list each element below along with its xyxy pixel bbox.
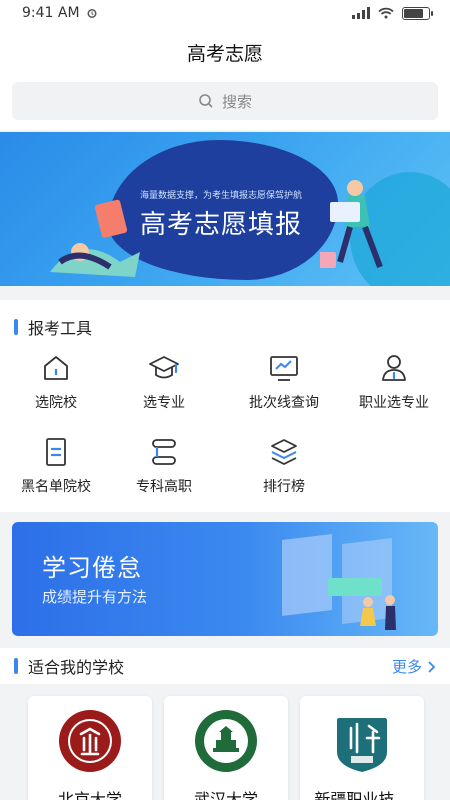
school-card[interactable]: 武汉大学 <box>164 696 288 800</box>
school-card[interactable]: 北京大学 <box>28 696 152 800</box>
tool-career-major[interactable]: 职业选专业 <box>338 352 450 428</box>
tool-label: 专科高职 <box>136 479 192 495</box>
xinjiang-vocational-logo <box>337 718 387 772</box>
wifi-icon <box>378 7 394 19</box>
banner-illustration-left <box>50 199 140 277</box>
tool-vocational-college[interactable]: 专科高职 <box>108 436 220 512</box>
school-card[interactable]: 新疆职业技... <box>300 696 424 800</box>
schools-list: 北京大学 武汉大学 新疆职业技... <box>0 684 450 800</box>
layers-icon <box>271 439 297 466</box>
search-area: 搜索 <box>0 78 450 130</box>
banner[interactable]: 海量数据支撑，为考生填报志愿保驾护航 高考志愿填报 <box>0 132 450 286</box>
tools-section-header: 报考工具 <box>0 316 450 338</box>
person-icon <box>382 355 406 381</box>
search-placeholder: 搜索 <box>221 92 252 111</box>
school-name: 武汉大学 <box>193 790 258 800</box>
tool-label: 排行榜 <box>263 479 305 495</box>
promo-title: 学习倦怠 <box>42 554 142 582</box>
banner-title: 高考志愿填报 <box>140 210 303 240</box>
s-shape-icon <box>152 439 176 465</box>
more-label: 更多 <box>391 658 422 676</box>
chart-monitor-icon <box>270 356 298 381</box>
tool-label: 选院校 <box>35 395 77 411</box>
banner-illustration-right <box>320 180 383 269</box>
nav-bar: 高考志愿 <box>0 26 450 78</box>
tool-blacklist-schools[interactable]: 黑名单院校 <box>0 436 112 512</box>
tool-batch-line-query[interactable]: 批次线查询 <box>228 352 340 428</box>
section-accent-bar <box>14 319 18 335</box>
tool-label: 选专业 <box>143 395 185 411</box>
tool-label: 黑名单院校 <box>21 479 91 495</box>
peking-university-logo <box>59 710 121 772</box>
battery-icon <box>402 6 433 20</box>
status-bar: 9:41 AM <box>0 0 450 26</box>
more-link[interactable]: 更多 <box>392 656 436 677</box>
tool-ranking[interactable]: 排行榜 <box>228 436 340 512</box>
status-time: 9:41 AM <box>22 5 80 21</box>
promo-illustration <box>282 534 396 630</box>
tool-select-major[interactable]: 选专业 <box>108 352 220 428</box>
wuhan-university-logo <box>195 710 257 772</box>
graduation-cap-icon <box>149 356 179 379</box>
schools-title-row: 适合我的学校 <box>0 655 450 677</box>
schools-section-title: 适合我的学校 <box>28 658 125 677</box>
search-icon <box>199 94 213 108</box>
search-input[interactable]: 搜索 <box>12 82 438 120</box>
home-icon <box>44 356 68 380</box>
promo-subtitle: 成绩提升有方法 <box>42 588 148 606</box>
tool-label: 职业选专业 <box>359 395 429 411</box>
promo-banner[interactable]: 学习倦怠 成绩提升有方法 <box>12 522 438 636</box>
schools-section-header: 适合我的学校 更多 <box>0 648 450 684</box>
page-title: 高考志愿 <box>186 42 263 65</box>
chevron-right-icon <box>428 660 436 673</box>
banner-subtitle: 海量数据支撑，为考生填报志愿保驾护航 <box>140 191 303 201</box>
tool-label: 批次线查询 <box>249 395 319 411</box>
document-icon <box>46 438 66 466</box>
alarm-icon <box>87 9 97 18</box>
school-name: 北京大学 <box>57 790 122 800</box>
signal-icon <box>352 7 370 19</box>
section-accent-bar <box>14 658 18 674</box>
tools-panel: 报考工具 选院校 选专业 批次线查询 职业选专业 黑名单院校 专科高职 排行榜 <box>0 300 450 512</box>
tools-section-title: 报考工具 <box>28 319 93 338</box>
school-name: 新疆职业技... <box>314 790 410 800</box>
tool-select-school[interactable]: 选院校 <box>0 352 112 428</box>
